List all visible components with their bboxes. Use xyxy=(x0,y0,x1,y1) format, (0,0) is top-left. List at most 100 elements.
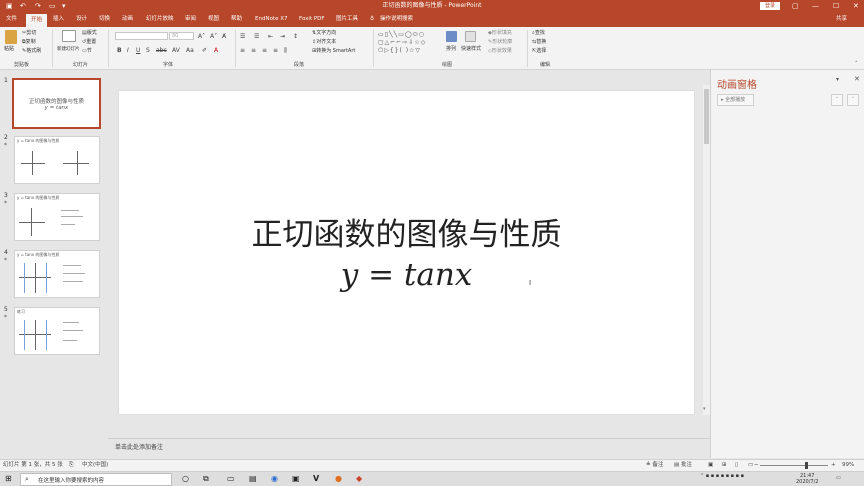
login-button[interactable]: 登录 xyxy=(760,2,780,10)
zoom-slider-thumb[interactable] xyxy=(805,462,808,469)
highlight-icon[interactable]: ✐ xyxy=(202,47,207,54)
scrollbar-thumb[interactable] xyxy=(704,89,709,144)
slide-thumbnail-1[interactable]: 正切函数的图像与性质 y = tanx xyxy=(12,78,101,129)
slide-thumbnail-4[interactable]: y = tanx 的图像与性质 xyxy=(14,250,100,298)
tell-me-search[interactable]: 操作说明搜索 xyxy=(380,15,413,24)
clock-date[interactable]: 2020/7/2 xyxy=(796,480,818,485)
notes-pane[interactable]: 单击此处添加备注 xyxy=(108,438,710,459)
slide-thumbnail-2[interactable]: y = tanx 的图像与性质 xyxy=(14,136,100,184)
notification-icon[interactable]: ▭ xyxy=(836,476,841,481)
shrink-font-icon[interactable]: A˅ xyxy=(210,33,217,40)
scroll-down-icon[interactable]: ▾ xyxy=(703,406,706,412)
decrease-indent-icon[interactable]: ⇤ xyxy=(268,33,273,40)
cut-button[interactable]: ✂剪切 xyxy=(22,30,36,37)
normal-view-icon[interactable]: ▣ xyxy=(708,462,713,469)
slide-thumbnail-5[interactable]: 练习 xyxy=(14,307,100,355)
grow-font-icon[interactable]: A˄ xyxy=(198,33,205,40)
current-slide[interactable]: 正切函数的图像与性质 y = tanx xyxy=(119,91,694,414)
arrange-icon[interactable] xyxy=(446,31,457,42)
font-color-icon[interactable]: A xyxy=(214,47,218,54)
align-center-icon[interactable]: ≡ xyxy=(251,47,256,54)
shadow-icon[interactable]: S xyxy=(146,47,150,54)
system-tray-icons[interactable]: ⌃ ▪ ▪ ▪ ▪ ▪ ▪ ▪ ▪ xyxy=(700,474,744,479)
app-icon[interactable]: V xyxy=(313,474,319,484)
text-direction-button[interactable]: ⇅文字方向 xyxy=(312,30,336,37)
spacing-icon[interactable]: AV xyxy=(172,47,180,54)
file-explorer-icon[interactable]: ▭ xyxy=(227,474,235,484)
play-all-button[interactable]: ▸ 全部播放 xyxy=(717,94,754,106)
share-button[interactable]: 共享 xyxy=(836,15,847,24)
underline-icon[interactable]: U xyxy=(136,47,140,54)
new-slide-icon[interactable] xyxy=(62,30,76,42)
justify-icon[interactable]: ≡ xyxy=(273,47,278,54)
cortana-icon[interactable]: ○ xyxy=(182,474,189,484)
zoom-out-icon[interactable]: − xyxy=(754,462,759,469)
move-up-icon[interactable]: ˄ xyxy=(831,94,843,106)
ribbon-display-icon[interactable]: ▢ xyxy=(792,1,799,11)
reading-view-icon[interactable]: ▯ xyxy=(735,462,738,469)
clear-format-icon[interactable]: A̸ xyxy=(222,33,226,40)
spellcheck-icon[interactable]: ⎘ xyxy=(69,462,73,469)
paste-icon[interactable] xyxy=(5,30,17,44)
tab-picture-tools[interactable]: 图片工具 xyxy=(336,15,358,24)
taskbar-search-box[interactable]: ⌕ 在这里输入你要搜索的内容 xyxy=(20,473,172,486)
align-right-icon[interactable]: ≡ xyxy=(262,47,267,54)
paste-button[interactable]: 粘贴 xyxy=(4,46,14,53)
slide-title[interactable]: 正切函数的图像与性质 xyxy=(119,217,694,253)
tab-foxit-pdf[interactable]: Foxit PDF xyxy=(299,15,325,24)
convert-smartart-button[interactable]: ⊞转换为 SmartArt xyxy=(312,48,355,55)
format-painter-button[interactable]: ✎格式刷 xyxy=(22,48,41,55)
slide-sorter-icon[interactable]: ⊞ xyxy=(722,462,727,469)
strikethrough-icon[interactable]: abc xyxy=(156,47,167,54)
tab-design[interactable]: 设计 xyxy=(76,15,87,24)
shapes-gallery[interactable]: ▭▯╲╲▭◯⬭○ ▢△⌐⌐⇨⇩☆◇ ⬠▷{}( )☆▽ xyxy=(378,31,440,55)
quick-styles-icon[interactable] xyxy=(465,31,476,42)
find-button[interactable]: ⌕查找 xyxy=(532,30,545,37)
close-pane-icon[interactable]: ✕ xyxy=(854,75,860,83)
tab-review[interactable]: 审阅 xyxy=(185,15,196,24)
reset-button[interactable]: ↺重置 xyxy=(82,39,96,46)
language-indicator[interactable]: 中文(中国) xyxy=(82,462,108,469)
zoom-in-icon[interactable]: + xyxy=(831,462,836,469)
italic-icon[interactable]: I xyxy=(127,47,129,54)
tab-slideshow[interactable]: 幻灯片放映 xyxy=(146,15,174,24)
store-icon[interactable]: ▤ xyxy=(249,474,257,484)
zoom-slider[interactable] xyxy=(760,465,828,466)
app-icon[interactable]: ▣ xyxy=(292,474,300,484)
arrange-button[interactable]: 排列 xyxy=(446,46,456,53)
columns-icon[interactable]: ⫼ xyxy=(284,47,287,54)
bullets-icon[interactable]: ☰ xyxy=(240,33,245,40)
select-button[interactable]: ⇱选择 xyxy=(532,48,546,55)
new-slide-button[interactable]: 新建幻灯片 xyxy=(57,46,80,53)
windows-start-icon[interactable]: ⊞ xyxy=(5,474,12,484)
change-case-icon[interactable]: Aa xyxy=(186,47,194,54)
replace-button[interactable]: ⇆替换 xyxy=(532,39,546,46)
zoom-level[interactable]: 99% xyxy=(842,462,854,469)
tab-animations[interactable]: 动画 xyxy=(122,15,133,24)
shape-outline-button[interactable]: ✎形状轮廓 xyxy=(488,39,512,46)
collapse-ribbon-icon[interactable]: ˄ xyxy=(855,61,858,68)
align-text-button[interactable]: ⇳对齐文本 xyxy=(312,39,336,46)
task-view-icon[interactable]: ⧉ xyxy=(203,474,209,484)
powerpoint-icon[interactable]: ◆ xyxy=(356,474,362,484)
comments-toggle[interactable]: ▤ 批注 xyxy=(674,462,692,469)
pane-options-icon[interactable]: ▾ xyxy=(836,76,839,83)
slide-thumbnail-3[interactable]: y = tanx 的图像与性质 xyxy=(14,193,100,241)
notes-toggle[interactable]: ≜ 备注 xyxy=(646,462,663,469)
quick-styles-button[interactable]: 快速样式 xyxy=(461,46,481,53)
numbering-icon[interactable]: ☰ xyxy=(254,33,259,40)
tab-home[interactable]: 开始 xyxy=(26,14,48,27)
layout-button[interactable]: ▤版式 xyxy=(82,30,97,37)
line-spacing-icon[interactable]: ↕ xyxy=(293,33,298,40)
tab-view[interactable]: 视图 xyxy=(208,15,219,24)
firefox-icon[interactable]: ● xyxy=(335,474,342,484)
font-name-combo[interactable] xyxy=(115,32,168,40)
maximize-icon[interactable]: ☐ xyxy=(833,1,839,11)
tab-help[interactable]: 帮助 xyxy=(231,15,242,24)
bold-icon[interactable]: B xyxy=(117,47,122,54)
shape-fill-button[interactable]: ◆形状填充 xyxy=(488,30,512,37)
increase-indent-icon[interactable]: ⇥ xyxy=(280,33,285,40)
tab-insert[interactable]: 插入 xyxy=(53,15,64,24)
shape-effects-button[interactable]: ◇形状效果 xyxy=(488,48,512,55)
app-icon[interactable]: ◉ xyxy=(271,474,278,484)
